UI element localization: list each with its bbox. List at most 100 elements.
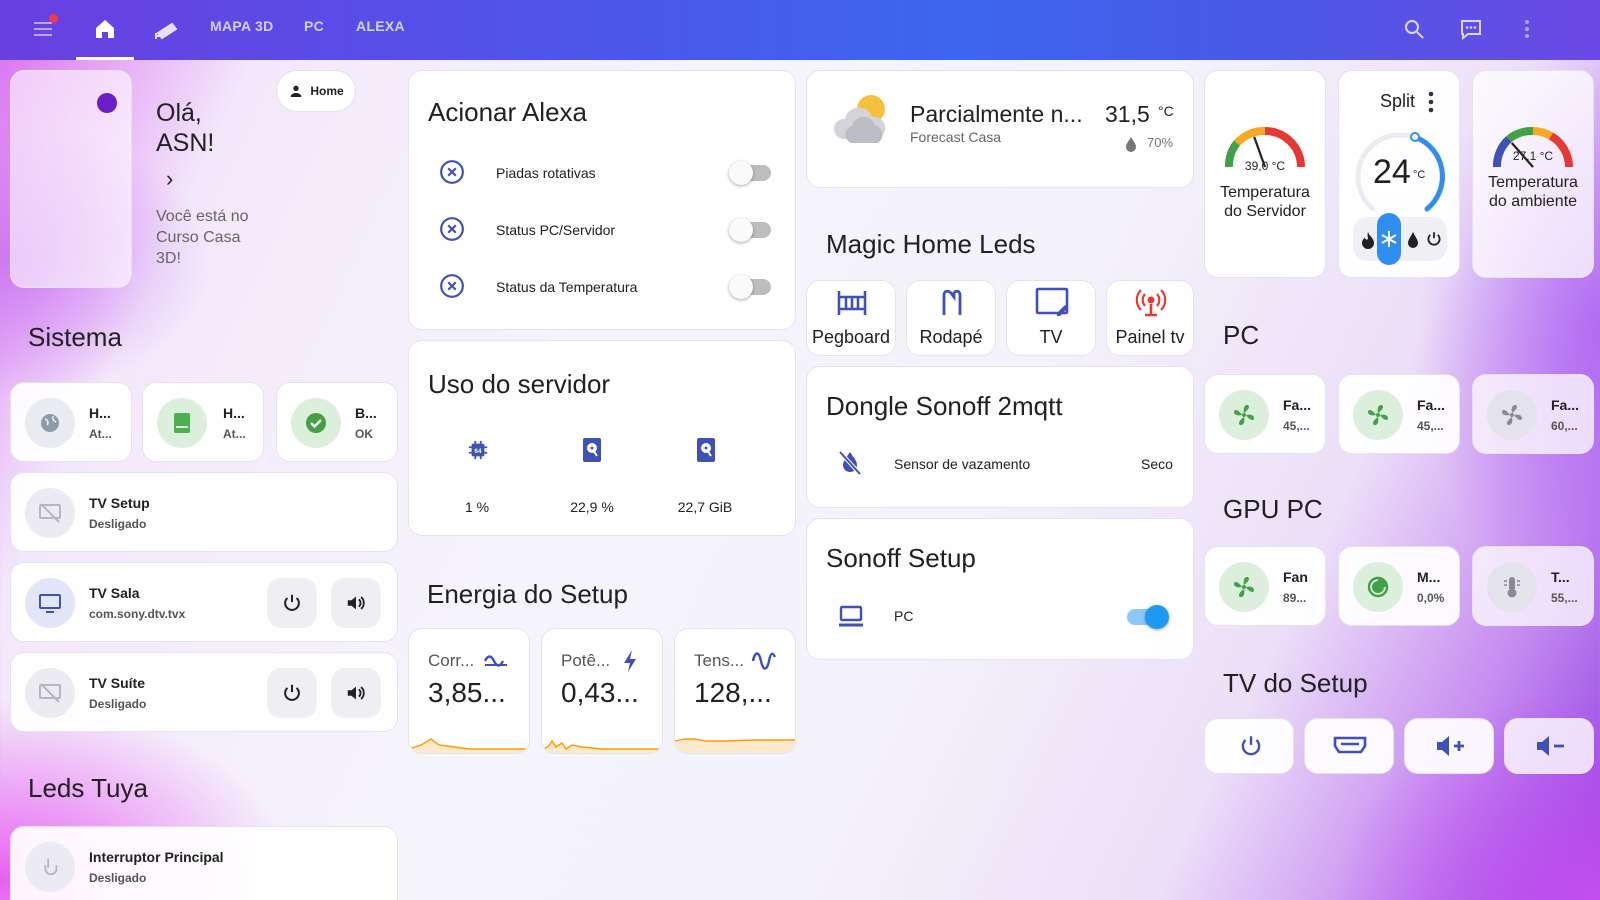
pc-fan-tile-2[interactable]: Fa... 45,... [1338, 374, 1460, 454]
uso-servidor-card: Uso do servidor 64 1 % 22,9 % 22,7 GiB [408, 340, 796, 536]
tv-setup-input-button[interactable] [1304, 718, 1394, 774]
fan-icon [1219, 562, 1269, 612]
more-vert-icon[interactable] [1512, 14, 1542, 44]
tile-name: T... [1551, 569, 1570, 585]
water-percent-icon [1126, 137, 1136, 152]
section-pc-title: PC [1223, 320, 1260, 350]
sensor-label: Sensor de vazamento [894, 456, 1031, 472]
tv-setup-card[interactable]: TV Setup Desligado [10, 472, 398, 552]
tv-sala-card[interactable]: TV Sala com.sony.dtv.tvx [10, 562, 398, 642]
tv-setup-volume-up-button[interactable] [1404, 718, 1494, 774]
gpu-tile-temp[interactable]: T... 55,... [1472, 546, 1594, 626]
volume-button[interactable] [331, 668, 381, 718]
tile-name: Fa... [1283, 397, 1312, 413]
magic-home-button-painel-tv[interactable]: Painel tv [1106, 280, 1194, 356]
tile-state: 45,... [1417, 419, 1444, 433]
user-name: ASN! [156, 129, 215, 157]
sensor-value: 128,... [694, 677, 772, 708]
tv-suite-state: Desligado [89, 697, 147, 711]
interruptor-card[interactable]: Interruptor Principal Desligado [10, 826, 398, 900]
assist-icon[interactable] [1456, 14, 1486, 44]
tile-name: Fa... [1417, 397, 1446, 413]
water-icon[interactable] [1407, 231, 1419, 249]
hdmi-port-icon [1333, 736, 1367, 754]
power-button[interactable] [267, 578, 317, 628]
magic-home-button-pegboard[interactable]: Pegboard [806, 280, 896, 356]
tv-suite-card[interactable]: TV Suíte Desligado [10, 652, 398, 732]
tile-name: M... [1417, 569, 1441, 585]
tile-state: 55,... [1551, 591, 1578, 605]
gpu-tile-fan[interactable]: Fan 89... [1204, 546, 1326, 626]
sensor-name: Potê... [561, 651, 611, 670]
section-tv-do-setup-title: TV do Setup [1223, 668, 1368, 698]
magic-home-button-tv[interactable]: TV [1006, 280, 1096, 356]
tv-setup-volume-down-button[interactable] [1504, 718, 1594, 774]
tile-state: 45,... [1283, 419, 1310, 433]
more-vert-icon[interactable] [1427, 91, 1435, 113]
tile-name: H... [223, 405, 245, 421]
energia-corrente-card[interactable]: Corr... 3,85... [408, 628, 530, 754]
tv-setup-state: Desligado [89, 517, 147, 531]
tab-pc[interactable]: PC [304, 18, 324, 34]
sensor-value: 0,43... [561, 677, 639, 708]
tv-off-icon [25, 668, 75, 718]
section-leds-tuya-title: Leds Tuya [28, 773, 148, 803]
person-chip-label: Home [310, 84, 344, 98]
sonoff-setup-card: Sonoff Setup PC [806, 518, 1194, 660]
tab-alexa[interactable]: ALEXA [356, 18, 405, 34]
menu-icon[interactable] [28, 14, 58, 44]
volume-icon [347, 686, 365, 700]
alexa-title: Acionar Alexa [428, 97, 587, 127]
weather-temp-unit: °C [1158, 103, 1174, 119]
thermometer-icon [1487, 562, 1537, 612]
power-button[interactable] [267, 668, 317, 718]
tv-setup-power-button[interactable] [1204, 718, 1294, 774]
home-icon[interactable] [90, 14, 120, 44]
search-icon[interactable] [1399, 14, 1429, 44]
tile-name: Fan [1283, 569, 1308, 585]
cctv-icon[interactable] [152, 14, 182, 44]
gauge-ambient-card[interactable]: 27,1 °C Temperatura do ambiente [1472, 70, 1594, 278]
gauge-server-card[interactable]: 39,0 °C Temperatura do Servidor [1204, 70, 1326, 278]
pc-fan-tile-1[interactable]: Fa... 45,... [1204, 374, 1326, 454]
servidor-title: Uso do servidor [428, 369, 611, 399]
split-climate-card[interactable]: Split 24 °C [1338, 70, 1460, 278]
chevron-right-icon[interactable]: › [166, 166, 173, 192]
power-icon [284, 594, 300, 611]
button-label: Pegboard [811, 327, 891, 347]
person-chip[interactable]: Home [276, 70, 356, 112]
alexa-toggle[interactable] [729, 275, 771, 299]
split-unit: °C [1413, 169, 1426, 181]
gauge-value: 27,1 °C [1512, 149, 1554, 163]
energia-potencia-card[interactable]: Potê... 0,43... [541, 628, 663, 754]
power-icon[interactable] [1425, 230, 1443, 248]
tab-mapa-3d[interactable]: MAPA 3D [210, 18, 274, 34]
power-icon [284, 684, 300, 701]
tv-setup-name: TV Setup [89, 495, 150, 511]
tv-off-icon [25, 488, 75, 538]
button-label: Painel tv [1115, 327, 1185, 347]
tv-icon [25, 578, 75, 628]
sensor-name: Corr... [428, 651, 475, 670]
sistema-tile-3[interactable]: B... OK [276, 382, 398, 462]
sistema-tile-1[interactable]: H... At... [10, 382, 132, 462]
fire-icon[interactable] [1361, 231, 1375, 249]
sonoff-toggle[interactable] [1127, 605, 1169, 629]
tile-name: Fa... [1551, 397, 1580, 413]
volume-button[interactable] [331, 578, 381, 628]
energia-tensao-card[interactable]: Tens... 128,... [674, 628, 796, 754]
gpu-tile-memory[interactable]: M... 0,0% [1338, 546, 1460, 626]
alexa-toggle[interactable] [729, 218, 771, 242]
interruptor-state: Desligado [89, 871, 147, 885]
harddisk-icon [583, 438, 601, 462]
weather-card[interactable]: Parcialmente n... Forecast Casa 31,5 °C … [806, 70, 1194, 188]
magic-home-button-rodape[interactable]: Rodapé [906, 280, 996, 356]
snowflake-icon[interactable] [1377, 213, 1401, 265]
pc-fan-tile-3[interactable]: Fa... 60,... [1472, 374, 1594, 454]
alexa-toggle[interactable] [729, 161, 771, 185]
close-circle-icon [440, 160, 464, 184]
tile-state: 0,0% [1417, 591, 1445, 605]
status-dot [97, 93, 117, 113]
sistema-tile-2[interactable]: H... At... [142, 382, 264, 462]
svg-text:64: 64 [474, 448, 482, 455]
